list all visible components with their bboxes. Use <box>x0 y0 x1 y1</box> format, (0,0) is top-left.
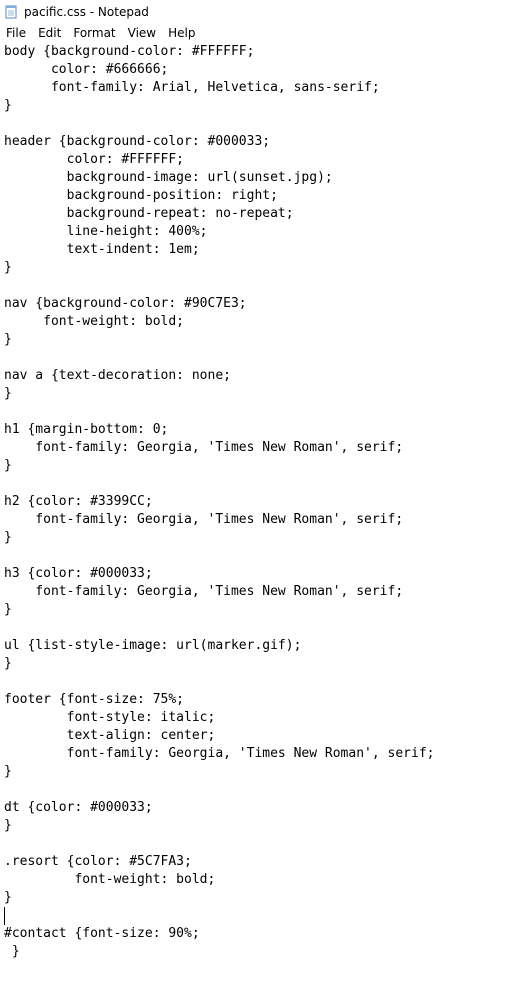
menu-bar: File Edit Format View Help <box>0 24 514 44</box>
text-editor-area[interactable]: body {background-color: #FFFFFF; color: … <box>0 43 514 981</box>
menu-format[interactable]: Format <box>67 24 121 43</box>
menu-edit[interactable]: Edit <box>32 24 67 43</box>
menu-help[interactable]: Help <box>162 24 201 43</box>
menu-file[interactable]: File <box>0 24 32 43</box>
file-content[interactable]: body {background-color: #FFFFFF; color: … <box>0 43 514 961</box>
notepad-window: pacific.css - Notepad File Edit Format V… <box>0 0 514 981</box>
text-caret <box>4 907 5 925</box>
notepad-icon <box>4 5 18 19</box>
menu-view[interactable]: View <box>122 24 162 43</box>
window-title: pacific.css - Notepad <box>24 5 149 19</box>
title-bar: pacific.css - Notepad <box>0 0 514 24</box>
